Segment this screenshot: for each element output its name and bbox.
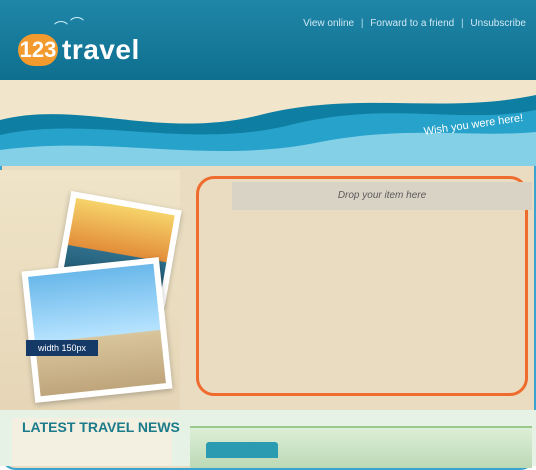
content-tab[interactable]	[206, 442, 278, 458]
unsubscribe-link[interactable]: Unsubscribe	[470, 18, 526, 29]
width-label: width 150px	[26, 340, 98, 356]
link-separator: |	[360, 18, 364, 29]
latest-news-title: LATEST TRAVEL NEWS	[22, 419, 180, 435]
top-links: View online | Forward to a friend | Unsu…	[303, 18, 526, 29]
content-bar	[190, 426, 532, 468]
bird-icon: ⌒	[70, 17, 84, 33]
logo-wordmark: travel	[62, 34, 140, 65]
drop-placeholder[interactable]: Drop your item here	[232, 182, 532, 210]
logo-number: 123	[18, 34, 58, 66]
link-separator: |	[461, 18, 464, 29]
beach-photo	[21, 257, 173, 403]
forward-friend-link[interactable]: Forward to a friend	[370, 18, 454, 29]
view-online-link[interactable]: View online	[303, 18, 354, 29]
